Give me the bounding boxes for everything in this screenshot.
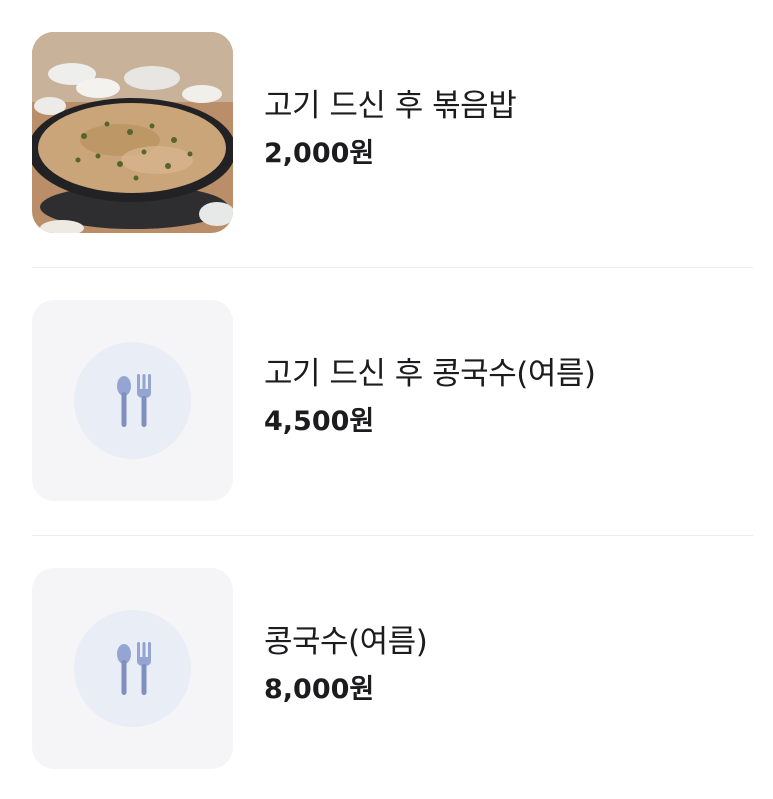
menu-list: 고기 드신 후 볶음밥 2,000원 고기 드신 후 콩국수(여름) 4,500… bbox=[0, 0, 773, 799]
placeholder-circle bbox=[74, 342, 191, 459]
menu-item-info: 고기 드신 후 볶음밥 2,000원 bbox=[264, 84, 517, 172]
menu-item-thumbnail[interactable] bbox=[32, 568, 233, 769]
menu-item-thumbnail[interactable] bbox=[32, 32, 233, 233]
menu-item-thumbnail[interactable] bbox=[32, 300, 233, 501]
menu-item-info: 콩국수(여름) 8,000원 bbox=[264, 620, 428, 708]
placeholder-circle bbox=[74, 610, 191, 727]
menu-item[interactable]: 콩국수(여름) 8,000원 bbox=[0, 536, 773, 799]
menu-item-name: 고기 드신 후 볶음밥 bbox=[264, 88, 517, 124]
menu-item-price: 8,000원 bbox=[264, 674, 375, 705]
menu-item-name: 고기 드신 후 콩국수(여름) bbox=[264, 356, 596, 392]
menu-item-info: 고기 드신 후 콩국수(여름) 4,500원 bbox=[264, 352, 596, 440]
utensils-placeholder-icon bbox=[117, 642, 151, 695]
utensils-placeholder-icon bbox=[117, 374, 151, 427]
menu-item[interactable]: 고기 드신 후 볶음밥 2,000원 bbox=[0, 0, 773, 268]
fried-rice-photo bbox=[32, 32, 233, 233]
menu-item-name: 콩국수(여름) bbox=[264, 624, 428, 660]
menu-item-price: 2,000원 bbox=[264, 138, 375, 169]
menu-item[interactable]: 고기 드신 후 콩국수(여름) 4,500원 bbox=[0, 268, 773, 536]
menu-item-price: 4,500원 bbox=[264, 406, 375, 437]
